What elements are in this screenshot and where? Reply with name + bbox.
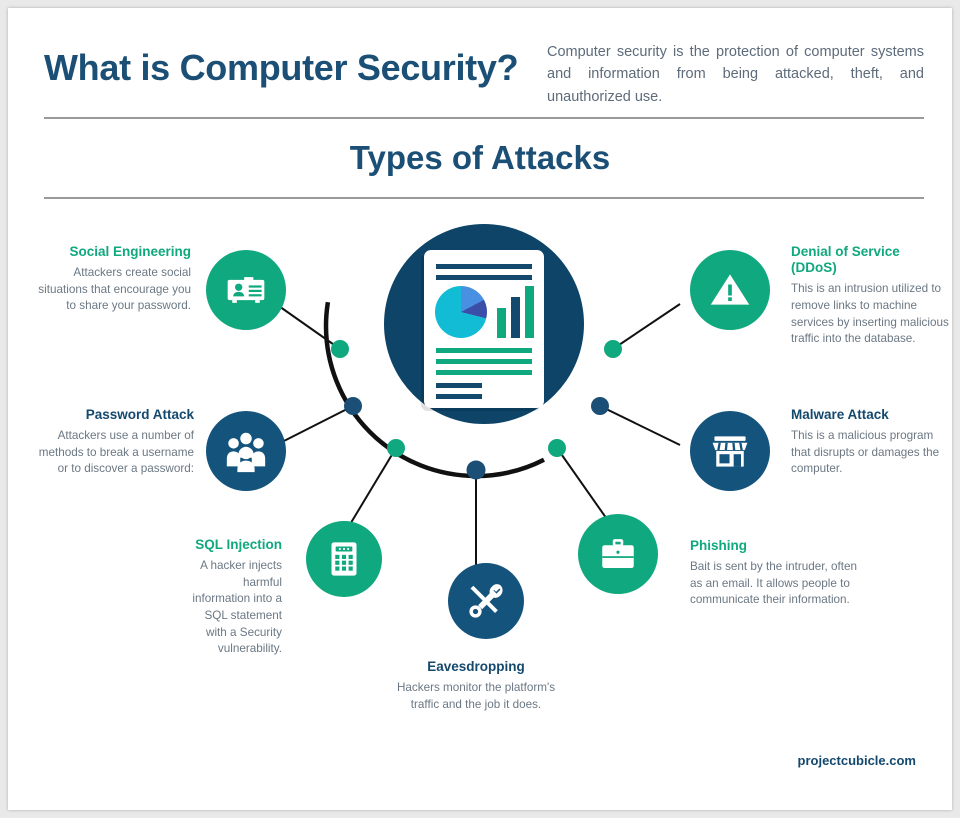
warning-triangle-icon bbox=[710, 274, 750, 305]
block-denial-of-service: Denial of Service (DDoS) This is an intr… bbox=[791, 244, 949, 348]
screwdriver-wrench-icon bbox=[469, 584, 503, 618]
block-eavesdropping: Eavesdropping Hackers monitor the platfo… bbox=[386, 659, 566, 713]
attack-body: Hackers monitor the platform's traffic a… bbox=[396, 681, 556, 711]
attack-title: Eavesdropping bbox=[427, 659, 525, 674]
pie-chart-glyph bbox=[435, 286, 487, 338]
attack-title: Malware Attack bbox=[791, 407, 889, 422]
attack-title: Denial of Service (DDoS) bbox=[791, 244, 900, 276]
node-eavesdropping[interactable] bbox=[448, 563, 524, 639]
node-password-attack[interactable] bbox=[206, 411, 286, 491]
infographic-poster: What is Computer Security? Computer secu… bbox=[8, 8, 952, 810]
attack-body: A hacker injects harmful information int… bbox=[192, 559, 282, 656]
attack-body: This is an intrusion utilized to remove … bbox=[791, 282, 949, 346]
footer-brand[interactable]: projectcubicle.com bbox=[798, 753, 916, 768]
block-malware-attack: Malware Attack This is a malicious progr… bbox=[791, 407, 951, 478]
report-document-icon bbox=[424, 250, 544, 408]
block-social-engineering: Social Engineering Attackers create soci… bbox=[38, 244, 191, 315]
node-social-engineering[interactable] bbox=[206, 250, 286, 330]
attack-title: Phishing bbox=[690, 538, 747, 553]
id-card-icon bbox=[227, 277, 265, 303]
attack-diagram: Social Engineering Attackers create soci… bbox=[8, 8, 952, 810]
attack-title: Password Attack bbox=[85, 407, 194, 422]
attack-body: Attackers create social situations that … bbox=[38, 266, 191, 313]
node-malware-attack[interactable] bbox=[690, 411, 770, 491]
briefcase-icon bbox=[602, 539, 634, 568]
block-password-attack: Password Attack Attackers use a number o… bbox=[30, 407, 194, 478]
storefront-icon bbox=[712, 436, 748, 467]
node-denial-of-service[interactable] bbox=[690, 250, 770, 330]
node-phishing[interactable] bbox=[578, 514, 658, 594]
attack-title: Social Engineering bbox=[69, 244, 191, 259]
attack-body: Bait is sent by the intruder, often as a… bbox=[690, 560, 857, 607]
bar-chart-glyph bbox=[497, 282, 537, 338]
calculator-icon bbox=[331, 542, 357, 576]
group-of-people-icon bbox=[226, 432, 266, 473]
block-phishing: Phishing Bait is sent by the intruder, o… bbox=[690, 538, 860, 609]
node-sql-injection[interactable] bbox=[306, 521, 382, 597]
attack-body: Attackers use a number of methods to bre… bbox=[38, 429, 194, 476]
block-sql-injection: SQL Injection A hacker injects harmful i… bbox=[184, 537, 282, 658]
attack-title: SQL Injection bbox=[195, 537, 282, 552]
attack-body: This is a malicious program that disrupt… bbox=[791, 429, 940, 476]
